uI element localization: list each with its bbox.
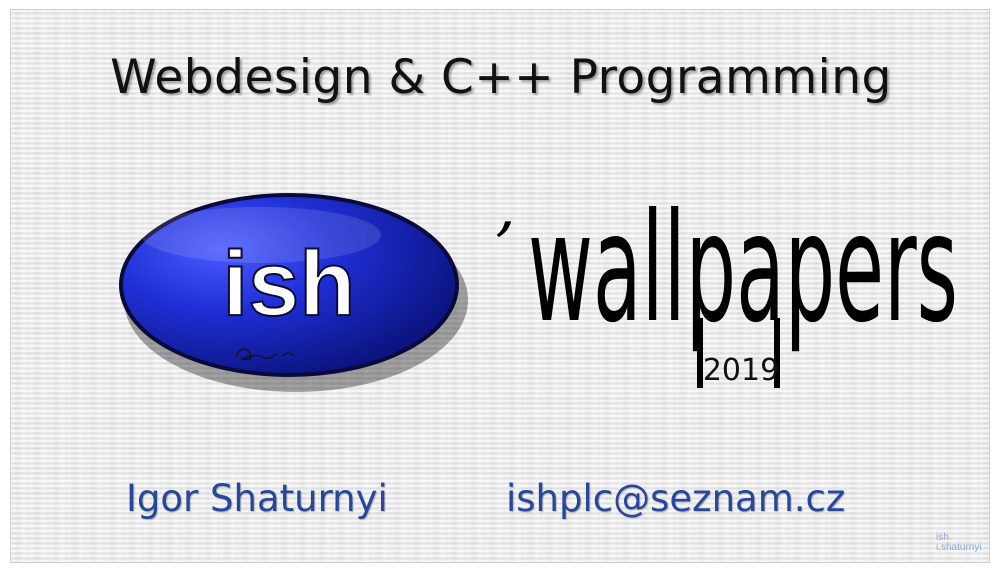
author-email[interactable]: ishplc@seznam.cz xyxy=(506,475,845,523)
ish-logo: ish xyxy=(119,193,468,392)
author-name: Igor Shaturnyi xyxy=(126,477,388,520)
textured-card: Webdesign & C++ Programming ish ’ wallpa… xyxy=(10,9,990,563)
brand-apostrophe: ’ xyxy=(479,210,520,284)
headline-title: Webdesign & C++ Programming xyxy=(110,50,892,105)
logo-text: ish xyxy=(223,233,356,335)
wallpapers-word: wallpapers xyxy=(528,182,958,356)
corner-watermark: ish i.shaturnyi xyxy=(936,533,982,553)
wallpaper-canvas: Webdesign & C++ Programming ish ’ wallpa… xyxy=(0,0,1000,572)
year-label: 2019 xyxy=(703,353,779,388)
watermark-line-2: i.shaturnyi xyxy=(936,542,982,553)
wallpapers-wordmark: wallpapers 2019 xyxy=(528,182,958,388)
